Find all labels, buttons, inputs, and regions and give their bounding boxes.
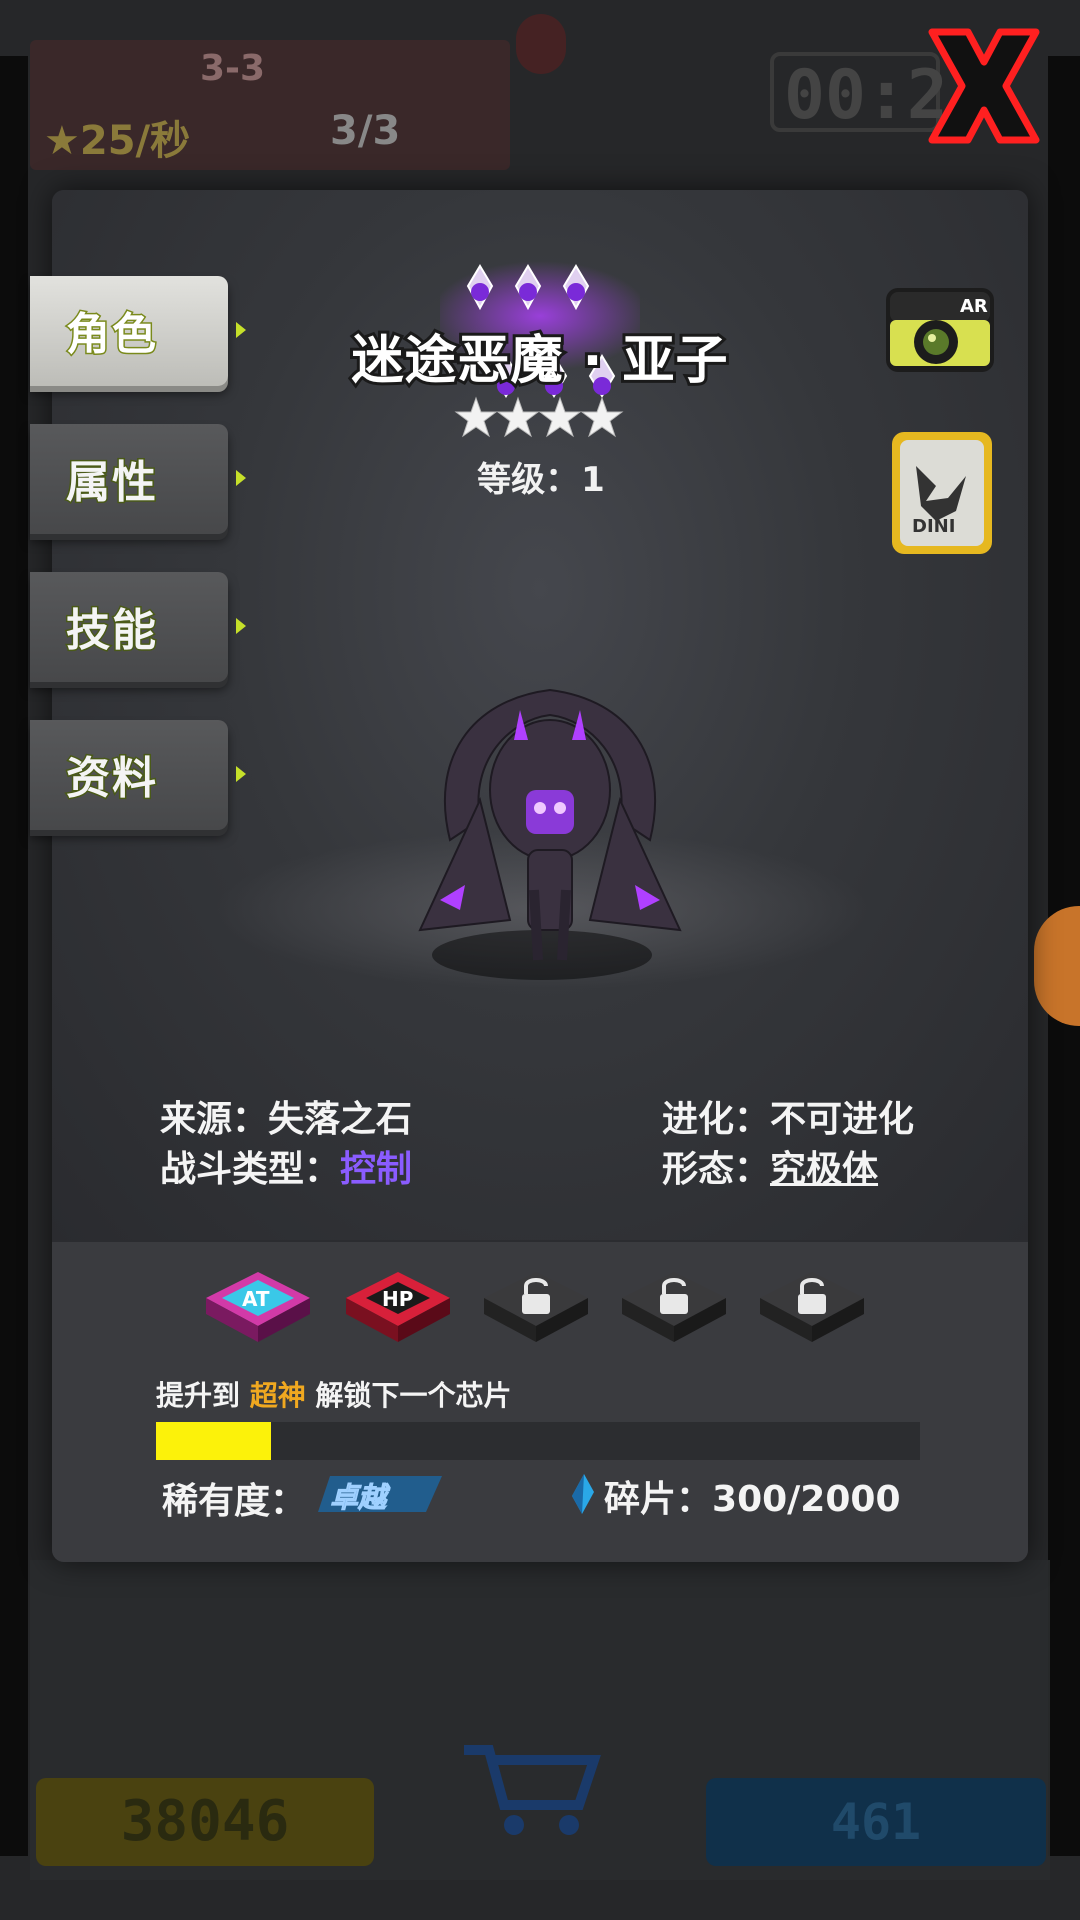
unlock-prefix: 提升到 [156, 1379, 250, 1412]
tab-profile[interactable]: 资料 [30, 720, 246, 830]
unlock-hint: 提升到 超神 解锁下一个芯片 [156, 1374, 512, 1414]
chip-at-label: AT [242, 1287, 270, 1311]
level-value: 1 [581, 460, 605, 500]
background-gems: 461 [706, 1778, 1046, 1866]
chip-slot-locked[interactable] [756, 1268, 868, 1348]
shard-value: 300/2000 [712, 1479, 901, 1520]
cart-icon [464, 1745, 601, 1835]
chip-hp[interactable]: HP [342, 1268, 454, 1348]
card-collection-button[interactable]: DINI [886, 426, 998, 560]
tab-skills[interactable]: 技能 [30, 572, 246, 682]
battle-type-value: 控制 [340, 1149, 413, 1190]
tab-arrow-icon [236, 618, 246, 634]
upgrade-progress-bar [156, 1422, 920, 1460]
form-value[interactable]: 究极体 [770, 1149, 878, 1190]
card-label: DINI [912, 516, 955, 537]
evolution-info: 进化：不可进化 [662, 1090, 914, 1142]
star-icon [496, 396, 540, 438]
evolution-value: 不可进化 [770, 1099, 915, 1140]
shard-count: 碎片：300/2000 [604, 1470, 901, 1522]
background-map-pin [516, 14, 566, 74]
battle-type-label: 战斗类型： [160, 1149, 341, 1190]
ar-label: AR [960, 296, 988, 317]
unlock-suffix: 解锁下一个芯片 [305, 1379, 512, 1412]
form-info: 形态：究极体 [662, 1140, 878, 1192]
form-label: 形态： [662, 1149, 771, 1190]
close-button[interactable] [920, 22, 1048, 150]
background-rate: ★25/秒 [44, 118, 191, 164]
source-label: 来源： [160, 1099, 269, 1140]
upgrade-progress-fill [156, 1422, 271, 1460]
chip-at[interactable]: AT [202, 1268, 314, 1348]
chip-slot-locked[interactable] [618, 1268, 730, 1348]
rarity-value: 卓越 [329, 1481, 387, 1515]
chip-slot-locked[interactable] [480, 1268, 592, 1348]
star-icon [580, 396, 624, 438]
evolution-label: 进化： [662, 1099, 771, 1140]
background-stage-label: 3-3 [200, 48, 266, 89]
ar-camera-button[interactable]: AR [880, 270, 1000, 380]
star-icon [454, 396, 498, 438]
background-coins: 38046 [36, 1778, 374, 1866]
level-label: 等级： [477, 460, 580, 500]
battle-type-info: 战斗类型：控制 [160, 1140, 412, 1192]
background-timer: 00:2 [770, 52, 948, 135]
chip-hp-label: HP [382, 1287, 413, 1311]
unlock-highlight: 超神 [249, 1379, 306, 1412]
character-model [418, 688, 682, 961]
star-icon [538, 396, 582, 438]
shard-icon [572, 1474, 594, 1514]
source-info: 来源：失落之石 [160, 1090, 412, 1142]
rarity-label: 稀有度： [162, 1481, 307, 1522]
shard-label: 碎片： [604, 1479, 713, 1520]
background-count: 3/3 [330, 108, 401, 154]
tab-arrow-icon [236, 766, 246, 782]
source-value: 失落之石 [268, 1099, 413, 1140]
star-rating [454, 396, 624, 438]
tab-profile-label: 资料 [65, 752, 158, 806]
tab-skills-label: 技能 [65, 604, 158, 658]
close-icon [928, 28, 1040, 144]
